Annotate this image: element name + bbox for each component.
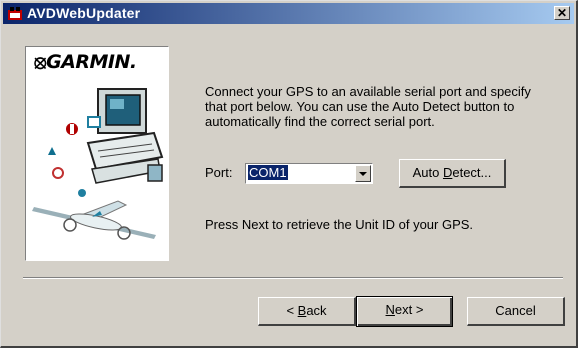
instructions-text: Connect your GPS to an available serial … <box>205 84 531 129</box>
title-bar[interactable]: AVDWebUpdater ✕ <box>3 3 574 24</box>
next-instruction-text: Press Next to retrieve the Unit ID of yo… <box>205 217 474 232</box>
next-button[interactable]: Next > <box>356 296 453 327</box>
back-button[interactable]: < Back <box>258 297 356 326</box>
close-icon: ✕ <box>556 6 568 20</box>
auto-detect-button[interactable]: Auto Detect... <box>399 159 506 188</box>
dropdown-arrow-icon <box>359 172 367 176</box>
illustration-panel: ⦻GARMIN. <box>25 46 169 261</box>
window-title: AVDWebUpdater <box>27 5 141 21</box>
updater-window: AVDWebUpdater ✕ ⦻GARMIN. Connect your GP… <box>0 0 578 348</box>
port-select[interactable]: COM1 <box>245 163 373 184</box>
close-button[interactable]: ✕ <box>554 6 570 20</box>
port-select-value[interactable]: COM1 <box>248 165 288 180</box>
app-icon <box>8 7 22 20</box>
separator-line <box>23 277 563 279</box>
airplane-icon <box>32 200 156 240</box>
dropdown-arrow-button[interactable] <box>355 165 371 182</box>
port-label: Port: <box>205 165 233 180</box>
cancel-button[interactable]: Cancel <box>467 297 565 326</box>
